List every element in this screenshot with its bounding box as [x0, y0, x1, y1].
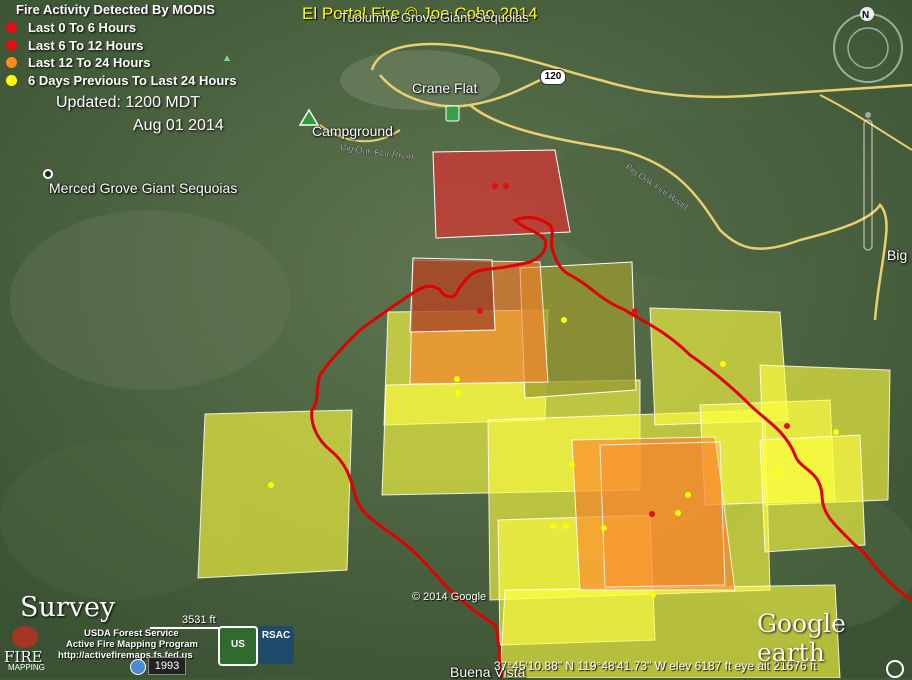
google-earth-logo: Google earth — [757, 609, 846, 667]
legend-item-0-6h: Last 0 To 6 Hours — [4, 19, 237, 37]
legend-label: 6 Days Previous To Last 24 Hours — [28, 72, 237, 88]
route-120-shield: 120 — [540, 69, 566, 85]
updated-date: Aug 01 2014 — [133, 117, 224, 134]
fire-mapping-icon — [12, 626, 38, 648]
detection-yellow-3 — [455, 390, 461, 396]
legend-item-6-days: 6 Days Previous To Last 24 Hours — [4, 72, 237, 90]
survey-watermark: Survey — [20, 592, 116, 623]
yellow-poly-east-4 — [759, 434, 866, 553]
legend-label: Last 12 To 24 Hours — [28, 55, 151, 70]
legend-title: Fire Activity Detected By MODIS — [16, 2, 215, 17]
detection-red-6 — [649, 511, 655, 517]
detection-red-2 — [503, 183, 509, 189]
place-label-crane-flat: Crane Flat — [412, 80, 478, 96]
detection-yellow-13 — [601, 525, 607, 531]
gas-station-icon[interactable] — [445, 105, 460, 122]
place-label-tuolumne: Tuolumne Grove Giant Sequoias — [340, 10, 529, 25]
detection-yellow-4 — [268, 482, 274, 488]
scale-label: 3531 ft — [182, 614, 216, 626]
detection-yellow-12 — [563, 523, 569, 529]
legend-label: Last 6 To 12 Hours — [28, 37, 144, 53]
detection-red-4 — [632, 308, 638, 314]
usda-line-2: Active Fire Mapping Program — [66, 639, 198, 650]
place-label-merced-grove: Merced Grove Giant Sequoias — [49, 180, 238, 196]
detection-yellow-6 — [833, 429, 839, 435]
detection-yellow-14 — [650, 592, 656, 598]
detection-yellow-5 — [720, 361, 726, 367]
detection-red-3 — [477, 308, 483, 314]
status-indicator-icon — [886, 660, 904, 678]
usfs-shield-icon: US — [218, 626, 258, 666]
detection-red-1 — [492, 183, 498, 189]
rsac-logo: RSAC — [258, 626, 294, 664]
fire-mapping-subtext: MAPPING — [8, 663, 45, 672]
detection-yellow-1 — [561, 317, 567, 323]
google-copyright: © 2014 Google — [412, 591, 487, 603]
detection-red-5 — [784, 423, 790, 429]
fire-legend: Fire Activity Detected By MODIS Last 0 T… — [4, 2, 237, 89]
imagery-year[interactable]: 1993 — [148, 657, 186, 675]
legend-dot-red — [6, 22, 17, 33]
detection-yellow-7 — [569, 462, 575, 468]
place-label-big: Big — [887, 247, 908, 263]
place-label-campground: Campground — [312, 123, 393, 139]
legend-dot-yellow — [6, 74, 17, 86]
legend-item-6-12h: Last 6 To 12 Hours — [4, 37, 237, 55]
updated-time: Updated: 1200 MDT — [56, 94, 201, 111]
north-letter: N — [862, 10, 869, 21]
legend-dot-red — [6, 39, 17, 51]
legend-label: Last 0 To 6 Hours — [28, 20, 137, 35]
legend-item-12-24h: Last 12 To 24 Hours — [4, 54, 237, 72]
detection-yellow-8 — [774, 470, 780, 476]
zoom-slider-track — [865, 112, 871, 118]
sequoia-grove-icon[interactable] — [43, 169, 53, 179]
detection-yellow-11 — [550, 523, 556, 529]
detection-yellow-10 — [675, 510, 681, 516]
legend-dot-orange — [6, 57, 17, 68]
yellow-poly-west — [197, 409, 353, 579]
detection-yellow-9 — [685, 492, 691, 498]
detection-yellow-2 — [454, 376, 460, 382]
usda-line-1: USDA Forest Service — [84, 628, 179, 639]
historical-imagery-icon[interactable] — [130, 659, 146, 675]
orange-poly-south-inner — [599, 441, 726, 588]
